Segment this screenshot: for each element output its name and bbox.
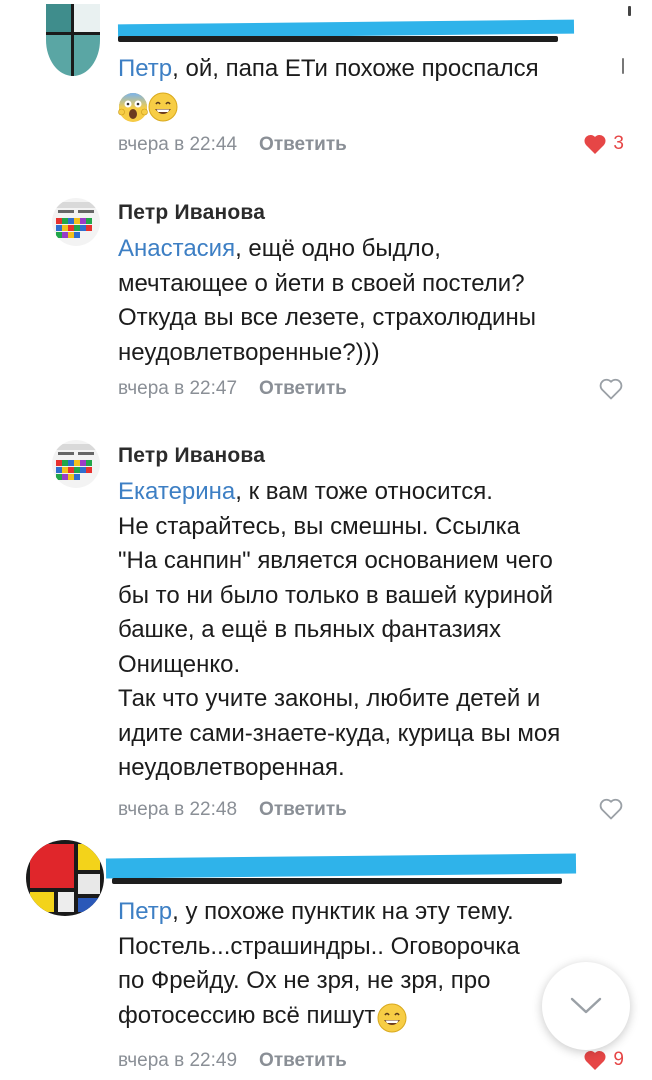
mention-link[interactable]: Екатерина <box>118 478 235 505</box>
comment-2: Петр Иванова Анастасия, ещё одно быдло, … <box>0 190 652 420</box>
comment-text-line: фотосессию всё пишут <box>118 1001 376 1029</box>
like-button[interactable]: 9 <box>583 1047 624 1073</box>
heart-outline-icon <box>599 378 623 400</box>
comment-text: Екатерина, к вам тоже относится. Не стар… <box>118 475 616 786</box>
comment-text-line: по Фрейду. Ох не зря, не зря, про <box>118 967 491 994</box>
comment-meta: вчера в 22:47 Ответить <box>118 377 347 401</box>
comment-text-line: Онищенко. <box>118 650 241 678</box>
comment-text: Анастасия, ещё одно быдло, мечтающее о й… <box>118 232 616 370</box>
comment-text-line: , у похоже пунктик на эту тему. <box>172 898 514 925</box>
reply-button[interactable]: Ответить <box>259 134 347 155</box>
scroll-mark <box>622 58 624 74</box>
author-name[interactable]: Петр Иванова <box>118 201 265 225</box>
comment-meta: вчера в 22:44 Ответить <box>118 133 347 157</box>
comment-text-line: бы то ни было только в вашей куриной <box>118 581 554 609</box>
redaction-ink <box>112 878 562 884</box>
mention-link[interactable]: Петр <box>118 898 172 925</box>
mention-link[interactable]: Петр <box>118 55 172 82</box>
comment-text-line: Так что учите законы, любите детей и <box>118 685 541 712</box>
comment-time: вчера в 22:44 <box>118 134 238 155</box>
avatar[interactable] <box>26 840 104 916</box>
reply-button[interactable]: Ответить <box>259 378 347 399</box>
comment-text-line: , к вам тоже относится. <box>235 478 493 505</box>
heart-filled-icon <box>584 134 606 154</box>
like-button[interactable] <box>598 376 624 402</box>
emoji-row <box>118 92 178 122</box>
avatar-image <box>52 440 100 488</box>
heart-filled-icon <box>584 1050 606 1070</box>
comment-text-line: Не старайтесь, вы смешны. Ссылка <box>118 512 520 540</box>
comment-text-line: идите сами-знаете-куда, курица вы моя <box>118 719 561 747</box>
like-count: 3 <box>613 133 624 154</box>
comment-text-line: неудовлетворенная. <box>118 754 345 781</box>
like-button[interactable] <box>598 796 624 822</box>
avatar-image <box>26 840 104 916</box>
avatar-image <box>52 198 100 246</box>
like-count: 9 <box>613 1049 624 1070</box>
comment-text-line: мечтающее о йети в своей постели? <box>118 269 525 297</box>
comment-text-line: Откуда вы все лезете, страхолюдины <box>118 304 536 331</box>
comment-text: Петр, ой, папа ЕТи похоже проспался <box>118 52 616 87</box>
reply-button[interactable]: Ответить <box>259 1050 347 1071</box>
redaction-ink <box>118 36 558 42</box>
comment-text-line: , ещё одно быдло, <box>235 235 441 262</box>
comment-meta: вчера в 22:48 Ответить <box>118 798 347 822</box>
avatar-image <box>46 4 100 76</box>
like-button[interactable]: 3 <box>583 131 624 157</box>
scroll-down-button[interactable] <box>542 962 630 1050</box>
avatar[interactable] <box>46 4 100 76</box>
comment-1: Петр, ой, папа ЕТи похоже проспался вчер… <box>0 0 652 170</box>
comment-text-line: "На санпин" является основанием чего <box>118 547 553 574</box>
comment-meta: вчера в 22:49 Ответить <box>118 1049 347 1073</box>
grin-emoji <box>148 92 178 122</box>
avatar[interactable] <box>52 198 100 246</box>
reply-button[interactable]: Ответить <box>259 799 347 820</box>
comment-time: вчера в 22:49 <box>118 1050 238 1071</box>
mention-link[interactable]: Анастасия <box>118 235 235 262</box>
redacted-author-name <box>105 853 577 879</box>
comment-text: Петр, у похоже пунктик на эту тему. Пост… <box>118 895 616 1033</box>
comment-time: вчера в 22:48 <box>118 799 238 820</box>
comment-text-line: , ой, папа ЕТи похоже проспался <box>172 55 539 82</box>
comment-text-line: неудовлетворенные?))) <box>118 338 380 366</box>
comment-time: вчера в 22:47 <box>118 378 238 399</box>
heart-outline-icon <box>599 798 623 820</box>
scream-emoji <box>118 92 148 122</box>
avatar[interactable] <box>52 440 100 488</box>
comment-text-line: Постель...страшиндры.. Оговорочка <box>118 932 520 960</box>
author-name[interactable]: Петр Иванова <box>118 444 265 468</box>
comment-text-line: башке, а ещё в пьяных фантазиях <box>118 616 502 643</box>
chevron-down-icon <box>570 997 602 1014</box>
grin-emoji <box>377 1003 407 1033</box>
comment-3: Петр Иванова Екатерина, к вам тоже относ… <box>0 432 652 832</box>
scroll-mark <box>628 6 631 16</box>
comment-4: Петр, у похоже пунктик на эту тему. Пост… <box>0 840 652 1080</box>
